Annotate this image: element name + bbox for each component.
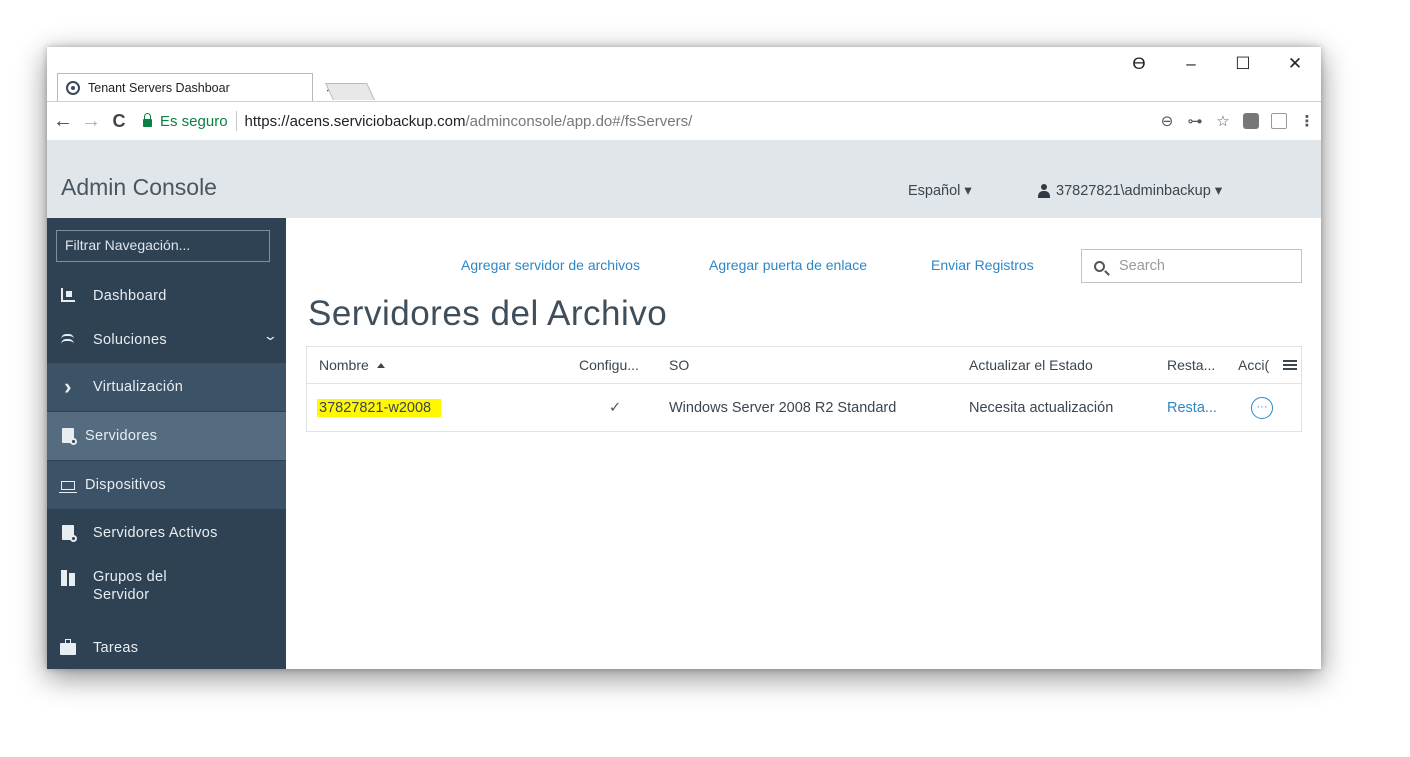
user-name: 37827821\adminbackup ▾	[1056, 183, 1223, 199]
row-actions-cell: ···	[1251, 384, 1281, 431]
column-header-configurado[interactable]: Configu...	[579, 347, 659, 383]
sidebar-item-servidores[interactable]: Servidores	[47, 412, 286, 460]
security-indicator[interactable]: Es seguro	[143, 111, 237, 131]
app-title[interactable]: Admin Console	[61, 174, 217, 201]
column-header-acciones[interactable]: Acci(	[1238, 347, 1278, 383]
sidebar: Filtrar Navegación... Dashboard Solucion…	[47, 218, 286, 669]
sidebar-item-label: Dispositivos	[85, 477, 166, 493]
language-dropdown[interactable]: Español ▾	[908, 183, 972, 199]
sidebar-item-label: Servidores Activos	[93, 525, 218, 541]
page-title: Servidores del Archivo	[308, 294, 668, 333]
extension-icon[interactable]	[1243, 113, 1259, 129]
sidebar-item-label: Virtualización	[93, 379, 184, 395]
browser-toolbar: ← → C Es seguro https://acens.servicioba…	[47, 101, 1321, 140]
search-box[interactable]	[1081, 249, 1302, 283]
browser-menu-icon[interactable]: ⋮	[1293, 112, 1321, 130]
server-group-icon	[61, 570, 75, 586]
bookmark-star-icon[interactable]: ☆	[1209, 112, 1237, 130]
table-header: Nombre Configu... SO Actualizar el Estad…	[307, 347, 1301, 384]
search-icon	[1094, 260, 1105, 272]
user-icon	[1038, 184, 1050, 198]
url-host: https://acens.serviciobackup.com	[244, 112, 466, 130]
tab-title: Tenant Servers Dashboar	[88, 81, 230, 95]
url-path: /adminconsole/app.do#/fsServers/	[465, 112, 693, 130]
search-input[interactable]	[1117, 257, 1271, 275]
laptop-icon	[59, 481, 77, 493]
column-header-estado[interactable]: Actualizar el Estado	[969, 347, 1149, 383]
sidebar-item-dashboard[interactable]: Dashboard	[47, 284, 286, 308]
user-menu[interactable]: 37827821\adminbackup ▾	[1038, 183, 1222, 199]
chevron-right-icon: ›	[64, 374, 72, 399]
main-content: Agregar servidor de archivos Agregar pue…	[286, 218, 1321, 669]
minimize-button[interactable]: –	[1165, 54, 1217, 74]
sidebar-item-virtualizacion[interactable]: › Virtualización	[47, 363, 286, 411]
send-logs-link[interactable]: Enviar Registros	[931, 257, 1034, 273]
sidebar-item-label: Grupos del Servidor	[93, 569, 167, 603]
server-name-cell[interactable]: 37827821-w2008	[317, 384, 567, 431]
sidebar-item-label: Dashboard	[93, 288, 167, 304]
toolbar-icons: ⊖ ⊶ ☆ ⋮	[1153, 102, 1321, 140]
os-cell: Windows Server 2008 R2 Standard	[669, 399, 897, 416]
column-header-nombre[interactable]: Nombre	[319, 347, 519, 383]
tab-strip: Tenant Servers Dashboar × ϴ – ☐ ✕	[47, 47, 1321, 102]
favicon-icon	[66, 81, 80, 95]
sidebar-item-label: Tareas	[93, 640, 139, 656]
window-controls: ϴ – ☐ ✕	[1113, 47, 1321, 81]
sort-ascending-icon	[376, 362, 385, 368]
security-label: Es seguro	[160, 112, 228, 130]
zoom-icon[interactable]: ⊖	[1153, 112, 1181, 130]
chevron-down-icon: ⌄	[262, 328, 279, 343]
add-gateway-link[interactable]: Agregar puerta de enlace	[709, 257, 867, 273]
dashboard-icon	[61, 288, 75, 302]
more-actions-button[interactable]: ···	[1251, 396, 1273, 419]
sidebar-item-soluciones[interactable]: Soluciones ⌄	[47, 328, 286, 352]
tab-content: Tenant Servers Dashboar	[66, 74, 230, 102]
server-icon	[62, 525, 77, 542]
add-file-server-link[interactable]: Agregar servidor de archivos	[461, 257, 640, 273]
extension-shield-icon[interactable]	[1271, 113, 1287, 129]
sidebar-item-label: Soluciones	[93, 332, 167, 348]
briefcase-icon	[60, 639, 76, 655]
restore-link[interactable]: Resta...	[1167, 384, 1233, 431]
configured-check-icon: ✓	[609, 399, 622, 416]
column-header-restaurar[interactable]: Resta...	[1167, 347, 1231, 383]
sidebar-item-servidores-activos[interactable]: Servidores Activos	[47, 521, 286, 545]
new-tab-button[interactable]	[325, 83, 375, 100]
sidebar-item-grupos-servidor[interactable]: Grupos del Servidor	[47, 568, 286, 608]
browser-tab[interactable]: Tenant Servers Dashboar ×	[57, 73, 334, 102]
servers-table: Nombre Configu... SO Actualizar el Estad…	[306, 346, 1302, 432]
layers-icon	[60, 333, 76, 345]
address-bar[interactable]: https://acens.serviciobackup.com/adminco…	[245, 113, 693, 130]
nav-filter-input[interactable]: Filtrar Navegación...	[56, 230, 270, 262]
browser-window: Tenant Servers Dashboar × ϴ – ☐ ✕ ← → C …	[47, 47, 1321, 669]
column-menu-icon[interactable]	[1283, 360, 1297, 362]
server-icon	[62, 428, 77, 445]
table-row[interactable]: 37827821-w2008 ✓ Windows Server 2008 R2 …	[307, 384, 1301, 431]
sidebar-item-dispositivos[interactable]: Dispositivos	[47, 461, 286, 509]
app-header: Admin Console Español ▾ 37827821\adminba…	[47, 140, 1321, 218]
maximize-button[interactable]: ☐	[1217, 54, 1269, 74]
sidebar-item-tareas[interactable]: Tareas	[47, 636, 286, 660]
lock-icon	[143, 113, 152, 127]
close-window-button[interactable]: ✕	[1269, 54, 1321, 74]
update-status-cell: Necesita actualización	[969, 399, 1114, 416]
sidebar-item-label: Servidores	[85, 428, 158, 444]
forward-button[interactable]: →	[79, 110, 103, 133]
column-header-so[interactable]: SO	[669, 347, 939, 383]
account-icon[interactable]: ϴ	[1113, 54, 1165, 74]
back-button[interactable]: ←	[51, 110, 75, 133]
reload-button[interactable]: C	[107, 111, 131, 132]
key-icon[interactable]: ⊶	[1181, 112, 1209, 130]
server-name[interactable]: 37827821-w2008	[317, 398, 442, 417]
